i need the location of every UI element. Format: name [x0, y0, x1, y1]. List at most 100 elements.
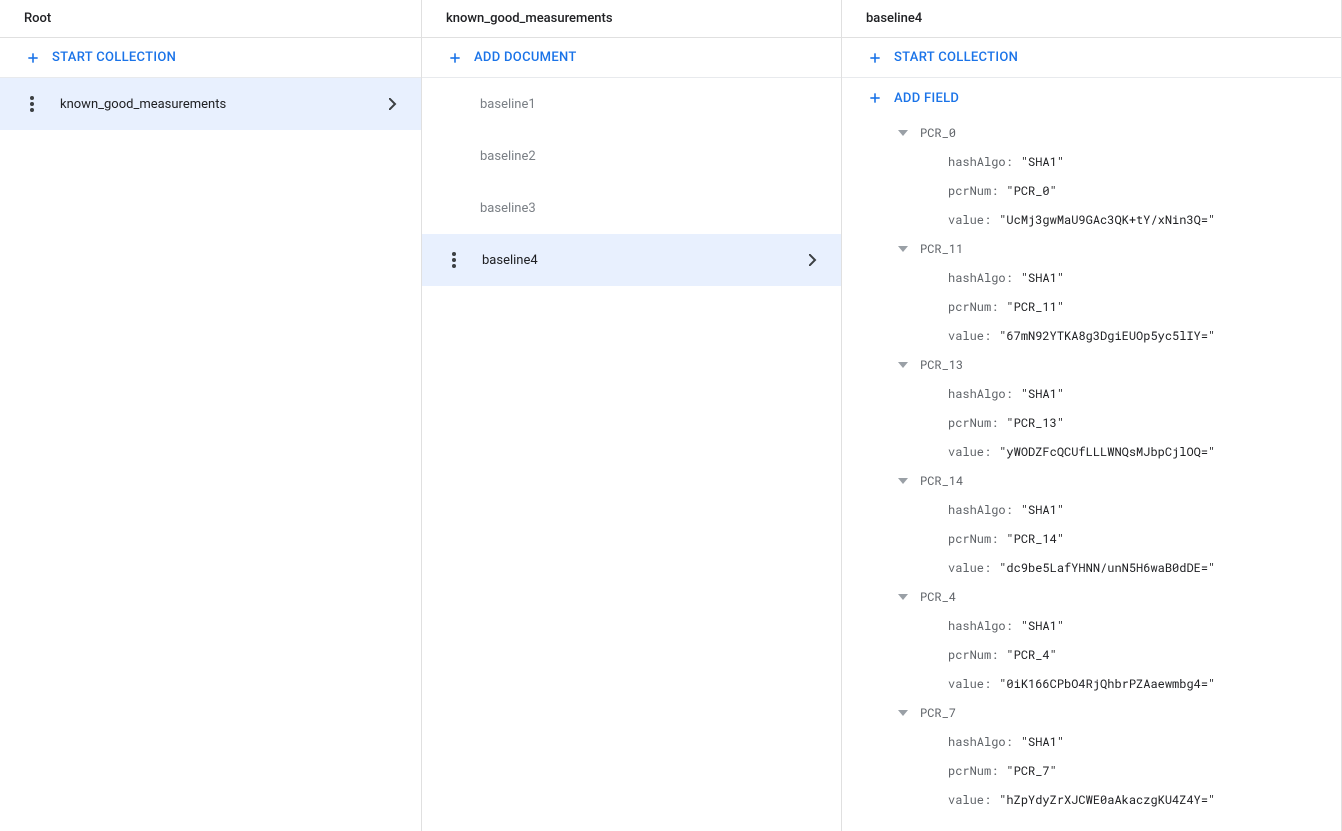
document-item[interactable]: baseline1 [422, 78, 841, 130]
plus-icon [446, 49, 464, 67]
field-row[interactable]: pcrNum:"PCR_11" [842, 292, 1341, 321]
document-header-label: baseline4 [866, 11, 922, 26]
field-key: value [948, 328, 984, 344]
field-group-header[interactable]: PCR_11 [842, 234, 1341, 263]
triangle-down-icon [898, 710, 908, 716]
field-key: value [948, 212, 984, 228]
field-row[interactable]: pcrNum:"PCR_13" [842, 408, 1341, 437]
field-group-name: PCR_11 [920, 241, 963, 257]
document-item[interactable]: baseline4 [422, 234, 841, 286]
field-row[interactable]: hashAlgo:"SHA1" [842, 379, 1341, 408]
field-row[interactable]: value:"yWODZFcQCUfLLLWNQsMJbpCjlOQ=" [842, 437, 1341, 466]
field-group-header[interactable]: PCR_14 [842, 466, 1341, 495]
field-group-name: PCR_14 [920, 473, 963, 489]
field-key: hashAlgo [948, 502, 1006, 518]
add-document-label: ADD DOCUMENT [474, 50, 577, 65]
field-row[interactable]: value:"hZpYdyZrXJCWE0aAkaczgKU4Z4Y=" [842, 785, 1341, 814]
document-item[interactable]: baseline2 [422, 130, 841, 182]
kebab-icon[interactable] [446, 252, 462, 268]
field-value: "SHA1" [1021, 502, 1064, 518]
start-subcollection-button[interactable]: START COLLECTION [842, 38, 1341, 78]
field-group-name: PCR_13 [920, 357, 963, 373]
field-key: hashAlgo [948, 734, 1006, 750]
field-row[interactable]: hashAlgo:"SHA1" [842, 147, 1341, 176]
chevron-right-icon [809, 254, 817, 266]
field-value: "PCR_11" [1006, 299, 1064, 315]
field-value: "yWODZFcQCUfLLLWNQsMJbpCjlOQ=" [999, 444, 1215, 460]
collection-item[interactable]: known_good_measurements [0, 78, 421, 130]
document-item-label: baseline4 [482, 253, 538, 268]
field-value: "SHA1" [1021, 386, 1064, 402]
field-row[interactable]: pcrNum:"PCR_4" [842, 640, 1341, 669]
start-collection-button[interactable]: START COLLECTION [0, 38, 421, 78]
field-group: PCR_4 hashAlgo:"SHA1"pcrNum:"PCR_4"value:… [842, 582, 1341, 698]
add-field-button[interactable]: ADD FIELD [842, 78, 1341, 118]
field-value: "0iK166CPbO4RjQhbrPZAaewmbg4=" [999, 676, 1215, 692]
field-value: "hZpYdyZrXJCWE0aAkaczgKU4Z4Y=" [999, 792, 1215, 808]
field-group-header[interactable]: PCR_4 [842, 582, 1341, 611]
field-value: "dc9be5LafYHNN/unN5H6waB0dDE=" [999, 560, 1215, 576]
field-group-header[interactable]: PCR_7 [842, 698, 1341, 727]
field-key: hashAlgo [948, 270, 1006, 286]
triangle-down-icon [898, 478, 908, 484]
field-key: pcrNum [948, 415, 991, 431]
field-key: value [948, 444, 984, 460]
field-key: hashAlgo [948, 154, 1006, 170]
field-value: "UcMj3gwMaU9GAc3QK+tY/xNin3Q=" [999, 212, 1215, 228]
field-group: PCR_11hashAlgo:"SHA1"pcrNum:"PCR_11"valu… [842, 234, 1341, 350]
document-item-label: baseline3 [480, 201, 536, 216]
field-group: PCR_0hashAlgo:"SHA1"pcrNum:"PCR_0"value:… [842, 118, 1341, 234]
field-group-name: PCR_4 [920, 589, 956, 605]
plus-icon [866, 89, 884, 107]
kebab-icon[interactable] [24, 96, 40, 112]
plus-icon [866, 49, 884, 67]
field-key: pcrNum [948, 763, 991, 779]
field-row[interactable]: hashAlgo:"SHA1" [842, 495, 1341, 524]
field-group: PCR_7 hashAlgo:"SHA1"pcrNum:"PCR_7"value:… [842, 698, 1341, 814]
field-key: hashAlgo [948, 618, 1006, 634]
field-key: pcrNum [948, 647, 991, 663]
field-value: "PCR_0" [1006, 183, 1056, 199]
field-row[interactable]: value:"UcMj3gwMaU9GAc3QK+tY/xNin3Q=" [842, 205, 1341, 234]
triangle-down-icon [898, 594, 908, 600]
field-value: "SHA1" [1021, 734, 1064, 750]
field-group-header[interactable]: PCR_0 [842, 118, 1341, 147]
field-key: pcrNum [948, 183, 991, 199]
root-header: Root [0, 0, 421, 38]
field-row[interactable]: pcrNum:"PCR_7" [842, 756, 1341, 785]
field-group: PCR_14hashAlgo:"SHA1"pcrNum:"PCR_14"valu… [842, 466, 1341, 582]
document-column: baseline4 START COLLECTION ADD FIELD PCR… [842, 0, 1342, 831]
field-value: "SHA1" [1021, 618, 1064, 634]
field-group-header[interactable]: PCR_13 [842, 350, 1341, 379]
field-value: "PCR_13" [1006, 415, 1064, 431]
field-value: "SHA1" [1021, 270, 1064, 286]
field-key: value [948, 560, 984, 576]
chevron-right-icon [389, 98, 397, 110]
collection-header: known_good_measurements [422, 0, 841, 38]
field-row[interactable]: value:"67mN92YTKA8g3DgiEUOp5yc5lIY=" [842, 321, 1341, 350]
add-document-button[interactable]: ADD DOCUMENT [422, 38, 841, 78]
field-row[interactable]: value:"0iK166CPbO4RjQhbrPZAaewmbg4=" [842, 669, 1341, 698]
field-group-name: PCR_7 [920, 705, 956, 721]
field-row[interactable]: pcrNum:"PCR_14" [842, 524, 1341, 553]
document-item[interactable]: baseline3 [422, 182, 841, 234]
field-group: PCR_13hashAlgo:"SHA1"pcrNum:"PCR_13"valu… [842, 350, 1341, 466]
field-value: "PCR_7" [1006, 763, 1056, 779]
triangle-down-icon [898, 246, 908, 252]
field-row[interactable]: hashAlgo:"SHA1" [842, 727, 1341, 756]
field-value: "SHA1" [1021, 154, 1064, 170]
field-row[interactable]: value:"dc9be5LafYHNN/unN5H6waB0dDE=" [842, 553, 1341, 582]
field-key: pcrNum [948, 531, 991, 547]
triangle-down-icon [898, 362, 908, 368]
document-item-label: baseline1 [480, 97, 536, 112]
collection-item-label: known_good_measurements [60, 97, 226, 112]
field-key: hashAlgo [948, 386, 1006, 402]
document-item-label: baseline2 [480, 149, 536, 164]
field-row[interactable]: hashAlgo:"SHA1" [842, 263, 1341, 292]
start-collection-label: START COLLECTION [52, 50, 176, 65]
field-value: "PCR_4" [1006, 647, 1056, 663]
field-row[interactable]: hashAlgo:"SHA1" [842, 611, 1341, 640]
root-header-label: Root [24, 11, 51, 26]
collection-column: known_good_measurements ADD DOCUMENT bas… [422, 0, 842, 831]
field-row[interactable]: pcrNum:"PCR_0" [842, 176, 1341, 205]
